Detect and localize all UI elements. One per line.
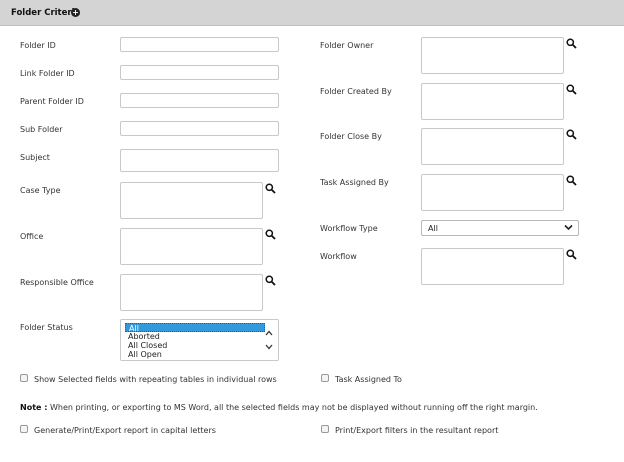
task-assigned-to-checkbox[interactable] (321, 374, 329, 382)
folder-id-label: Folder ID (20, 41, 56, 50)
task-assigned-by-label: Task Assigned By (320, 178, 389, 187)
office-label: Office (20, 232, 44, 241)
subject-label: Subject (20, 153, 50, 162)
folder-created-by-label: Folder Created By (320, 87, 392, 96)
search-icon[interactable] (265, 275, 277, 287)
chevron-down-icon[interactable] (265, 343, 273, 352)
chevron-up-icon[interactable] (265, 329, 273, 338)
section-header[interactable]: Folder Criteria + (0, 0, 624, 26)
note-label: Note : (20, 403, 48, 412)
folder-status-option[interactable]: Aborted (125, 332, 265, 341)
folder-status-label: Folder Status (20, 323, 73, 332)
print-filters-checkbox[interactable] (321, 425, 329, 433)
sub-folder-label: Sub Folder (20, 125, 63, 134)
folder-id-input[interactable] (120, 37, 279, 52)
search-icon[interactable] (566, 84, 578, 96)
parent-folder-id-label: Parent Folder ID (20, 97, 84, 106)
workflow-label: Workflow (320, 252, 357, 261)
office-field[interactable] (120, 228, 263, 265)
link-folder-id-input[interactable] (120, 65, 279, 80)
note-body: When printing, or exporting to MS Word, … (49, 403, 538, 412)
workflow-type-label: Workflow Type (320, 224, 378, 233)
task-assigned-to-label: Task Assigned To (335, 375, 402, 384)
section-title: Folder Criteria (11, 8, 81, 18)
workflow-type-value: All (428, 224, 438, 233)
folder-status-listbox[interactable]: All Aborted All Closed All Open (120, 319, 279, 361)
responsible-office-field[interactable] (120, 274, 263, 311)
task-assigned-by-field[interactable] (421, 174, 564, 211)
case-type-label: Case Type (20, 186, 61, 195)
folder-status-option[interactable]: All (125, 323, 265, 333)
folder-owner-field[interactable] (421, 37, 564, 74)
folder-created-by-field[interactable] (421, 83, 564, 120)
folder-close-by-field[interactable] (421, 128, 564, 165)
chevron-down-icon (564, 224, 573, 233)
note-text: Note : When printing, or exporting to MS… (20, 403, 538, 412)
folder-status-option[interactable]: All Closed (125, 341, 265, 350)
folder-status-option[interactable]: All Open (125, 350, 265, 359)
workflow-field[interactable] (421, 248, 564, 285)
workflow-type-select[interactable]: All (421, 220, 579, 236)
sub-folder-input[interactable] (120, 121, 279, 136)
capital-letters-label: Generate/Print/Export report in capital … (34, 426, 216, 435)
show-selected-checkbox[interactable] (20, 374, 28, 382)
show-selected-label: Show Selected fields with repeating tabl… (34, 375, 277, 384)
link-folder-id-label: Link Folder ID (20, 69, 75, 78)
search-icon[interactable] (566, 175, 578, 187)
capital-letters-checkbox[interactable] (20, 425, 28, 433)
search-icon[interactable] (265, 229, 277, 241)
search-icon[interactable] (566, 38, 578, 50)
folder-close-by-label: Folder Close By (320, 132, 382, 141)
search-icon[interactable] (265, 183, 277, 195)
search-icon[interactable] (566, 129, 578, 141)
responsible-office-label: Responsible Office (20, 278, 94, 287)
subject-input[interactable] (120, 149, 279, 172)
case-type-field[interactable] (120, 182, 263, 219)
print-filters-label: Print/Export filters in the resultant re… (335, 426, 499, 435)
search-icon[interactable] (566, 249, 578, 261)
folder-owner-label: Folder Owner (320, 41, 374, 50)
plus-circle-icon[interactable]: + (71, 8, 80, 17)
parent-folder-id-input[interactable] (120, 93, 279, 108)
